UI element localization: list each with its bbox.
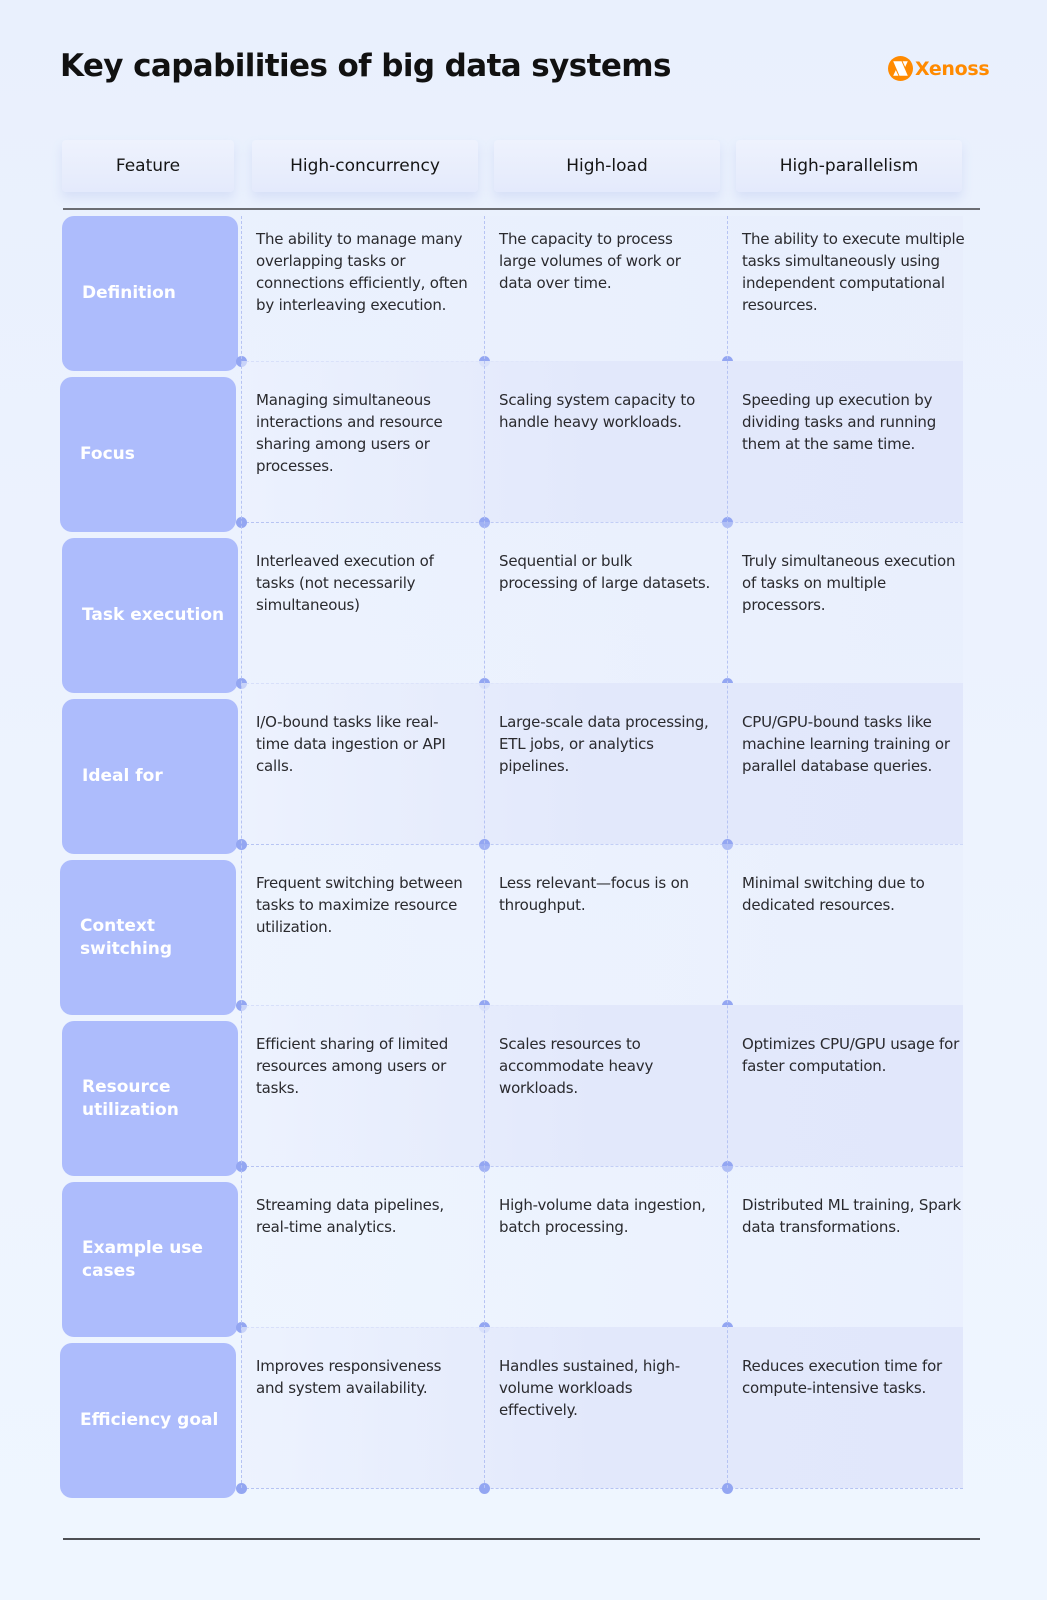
row-label: Context switching [60, 860, 236, 1015]
table-cell-high-concurrency: Streaming data pipelines, real-time anal… [256, 1196, 444, 1236]
brand-logo: Xenoss [888, 56, 990, 81]
table-cell-high-parallelism: Reduces execution time for compute-inten… [742, 1357, 943, 1397]
table-top-divider [63, 208, 980, 210]
xenoss-logo-icon [888, 56, 913, 81]
table-cell-high-load: Scales resources to accommodate heavy wo… [499, 1035, 654, 1097]
row-label: Focus [60, 377, 236, 532]
column-divider [241, 216, 242, 1488]
table-cell-high-load: Scaling system capacity to handle heavy … [499, 391, 696, 431]
table-cell-high-concurrency: I/O-bound tasks like real-time data inge… [256, 713, 446, 775]
table-cell-high-concurrency: Improves responsiveness and system avail… [256, 1357, 442, 1397]
table-cell-high-parallelism: The ability to execute multiple tasks si… [742, 230, 965, 314]
row-label: Example use cases [62, 1182, 238, 1337]
table-cell-high-load: Less relevant—focus is on throughput. [499, 874, 689, 914]
table-cell-high-load: High-volume data ingestion, batch proces… [499, 1196, 706, 1236]
table-cell-high-parallelism: Speeding up execution by dividing tasks … [742, 391, 937, 453]
row-label: Resource utilization [62, 1021, 238, 1176]
row-label: Ideal for [62, 699, 238, 854]
table-cell-high-parallelism: Optimizes CPU/GPU usage for faster compu… [742, 1035, 960, 1075]
table-cell-high-concurrency: Interleaved execution of tasks (not nece… [256, 552, 434, 614]
page-title: Key capabilities of big data systems [60, 48, 671, 84]
column-divider [727, 216, 728, 1488]
column-header-high-load: High-load [494, 140, 720, 192]
table-cell-high-parallelism: Distributed ML training, Spark data tran… [742, 1196, 961, 1236]
column-header-feature: Feature [62, 140, 234, 192]
row-label: Task execution [62, 538, 238, 693]
table-cell-high-load: Sequential or bulk processing of large d… [499, 552, 711, 592]
table-cell-high-parallelism: Truly simultaneous execution of tasks on… [742, 552, 956, 614]
table-cell-high-load: Handles sustained, high-volume workloads… [499, 1357, 680, 1419]
column-divider [484, 216, 485, 1488]
table-cell-high-concurrency: Frequent switching between tasks to maxi… [256, 874, 463, 936]
row-label: Definition [62, 216, 238, 371]
table-cell-high-parallelism: CPU/GPU-bound tasks like machine learnin… [742, 713, 950, 775]
row-divider [241, 1488, 963, 1489]
table-cell-high-parallelism: Minimal switching due to dedicated resou… [742, 874, 925, 914]
table-bottom-divider [63, 1538, 980, 1540]
table-cell-high-concurrency: Efficient sharing of limited resources a… [256, 1035, 449, 1097]
brand-name: Xenoss [915, 57, 990, 80]
table-cell-high-concurrency: The ability to manage many overlapping t… [256, 230, 468, 314]
column-header-high-parallelism: High-parallelism [736, 140, 962, 192]
table-cell-high-load: Large-scale data processing, ETL jobs, o… [499, 713, 709, 775]
column-header-high-concurrency: High-concurrency [252, 140, 478, 192]
table-row-background [241, 1166, 963, 1327]
table-cell-high-load: The capacity to process large volumes of… [499, 230, 681, 292]
table-cell-high-concurrency: Managing simultaneous interactions and r… [256, 391, 443, 475]
row-label: Efficiency goal [60, 1343, 236, 1498]
